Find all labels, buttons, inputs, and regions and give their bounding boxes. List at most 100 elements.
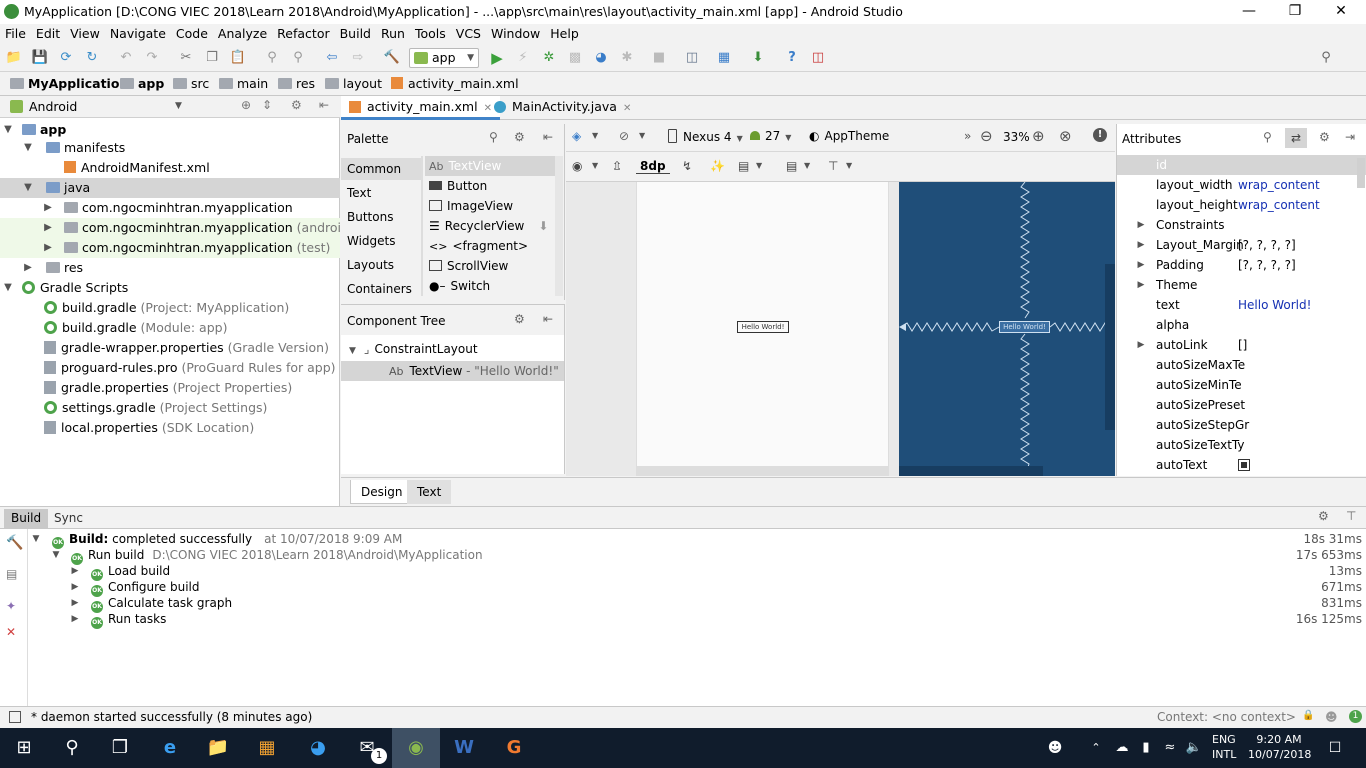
theme-select[interactable]: ◐ AppTheme bbox=[809, 129, 889, 143]
project-view-select[interactable]: Android ▼ bbox=[29, 99, 182, 114]
design-preview[interactable]: Hello World! bbox=[636, 182, 889, 466]
breadcrumb-project[interactable]: MyApplication bbox=[10, 76, 128, 91]
find-icon[interactable]: ⚲ bbox=[263, 49, 281, 67]
attributes-settings-icon[interactable]: ⚙ bbox=[1319, 130, 1330, 144]
locate-icon[interactable]: ⊕ bbox=[241, 98, 251, 112]
stop-icon[interactable]: ■ bbox=[650, 49, 668, 67]
blueprint-textview[interactable]: Hello World! bbox=[999, 321, 1050, 333]
cloud-icon[interactable]: ☁ bbox=[1110, 728, 1134, 768]
build-task-row[interactable]: ▶ OK Configure build 671ms bbox=[0, 579, 1366, 597]
tree-node-constraintlayout[interactable]: ▼ ⌟ ConstraintLayout bbox=[349, 342, 478, 356]
wifi-icon[interactable]: ≈ bbox=[1158, 728, 1182, 768]
preview-textview[interactable]: Hello World! bbox=[737, 321, 789, 333]
zoom-fit-icon[interactable]: ⊗ bbox=[1059, 127, 1072, 145]
app-icon[interactable]: ◕ bbox=[294, 728, 342, 768]
orientation-icon[interactable]: ⊘ bbox=[619, 129, 629, 143]
palette-category-common[interactable]: Common bbox=[347, 162, 401, 176]
tree-item-manifests[interactable]: ▼ manifests bbox=[0, 138, 340, 158]
attr-row-alpha[interactable]: alpha bbox=[1117, 315, 1366, 335]
menu-help[interactable]: Help bbox=[545, 24, 584, 44]
tree-item-package-androidtest[interactable]: ▶ com.ngocminhtran.myapplication (android… bbox=[0, 218, 378, 238]
breadcrumb-app[interactable]: app bbox=[120, 76, 164, 91]
palette-search-icon[interactable]: ⚲ bbox=[489, 130, 498, 144]
menu-navigate[interactable]: Navigate bbox=[105, 24, 171, 44]
tab-activity-main[interactable]: activity_main.xml ✕ bbox=[341, 96, 500, 120]
save-icon[interactable]: 💾 bbox=[31, 49, 49, 67]
menu-code[interactable]: Code bbox=[171, 24, 213, 44]
autotext-checkbox[interactable] bbox=[1238, 459, 1250, 471]
palette-item-switch[interactable]: ●– Switch bbox=[429, 279, 490, 293]
attributes-scrollbar[interactable] bbox=[1357, 158, 1365, 188]
palette-item-imageview[interactable]: ImageView bbox=[429, 199, 513, 213]
project-structure-icon[interactable]: ▦ bbox=[715, 49, 733, 67]
tab-main-activity[interactable]: MainActivity.java ✕ bbox=[486, 96, 639, 120]
palette-hide-icon[interactable]: ⇤ bbox=[543, 130, 553, 144]
tree-item-build-gradle-module[interactable]: build.gradle (Module: app) bbox=[0, 318, 340, 338]
make-project-icon[interactable]: 🔨 bbox=[383, 49, 401, 67]
menu-vcs[interactable]: VCS bbox=[451, 24, 486, 44]
minimize-button[interactable]: — bbox=[1226, 0, 1272, 24]
zoom-in-icon[interactable]: ⊕ bbox=[1032, 127, 1045, 145]
build-result-row[interactable]: ▼ OK Build: completed successfully at 10/0… bbox=[0, 531, 1366, 549]
palette-item-fragment[interactable]: <> <fragment> bbox=[429, 239, 528, 253]
tab-text[interactable]: Text bbox=[407, 480, 452, 504]
tree-item-local-properties[interactable]: local.properties (SDK Location) bbox=[0, 418, 340, 438]
back-icon[interactable]: ⇦ bbox=[323, 49, 341, 67]
menu-file[interactable]: File bbox=[0, 24, 31, 44]
toggle-view-icon[interactable]: ⇄ bbox=[1285, 128, 1307, 148]
attr-row-autosizetexttype[interactable]: autoSizeTextTy bbox=[1117, 435, 1351, 455]
palette-item-button[interactable]: Button bbox=[429, 179, 487, 193]
tab-sync[interactable]: Sync bbox=[48, 509, 89, 528]
close-build-icon[interactable]: ✕ bbox=[6, 625, 16, 639]
attach-debugger-icon[interactable]: ✱ bbox=[618, 49, 636, 67]
pack-icon[interactable]: ▤ bbox=[738, 159, 749, 173]
sync-icon[interactable]: ⟳ bbox=[57, 49, 75, 67]
mail-icon[interactable]: ✉ 1 bbox=[343, 728, 391, 768]
tree-item-gradle-properties[interactable]: gradle.properties (Project Properties) bbox=[0, 378, 340, 398]
tree-item-package[interactable]: ▶ com.ngocminhtran.myapplication bbox=[0, 198, 340, 218]
menu-view[interactable]: View bbox=[65, 24, 105, 44]
language-indicator[interactable]: ENG INTL bbox=[1212, 732, 1236, 762]
file-explorer-icon[interactable]: 📁 bbox=[194, 728, 242, 768]
tree-item-gradle-wrapper[interactable]: gradle-wrapper.properties (Gradle Versio… bbox=[0, 338, 340, 358]
breadcrumb-main[interactable]: main bbox=[219, 76, 268, 91]
menu-edit[interactable]: Edit bbox=[31, 24, 65, 44]
palette-settings-icon[interactable]: ⚙ bbox=[514, 130, 525, 144]
debug-icon[interactable]: ✲ bbox=[540, 49, 558, 67]
sync-gradle-icon[interactable]: ↻ bbox=[83, 49, 101, 67]
battery-icon[interactable]: ▮ bbox=[1134, 728, 1158, 768]
toggle-tool-windows-icon[interactable] bbox=[9, 711, 21, 723]
apply-changes-icon[interactable]: ⚡ bbox=[514, 49, 532, 67]
palette-category-layouts[interactable]: Layouts bbox=[347, 258, 394, 272]
attr-row-autosizemintextsize[interactable]: autoSizeMinTe bbox=[1117, 375, 1351, 395]
build-run-row[interactable]: ▼ OK Run build D:\CONG VIEC 2018\Learn 201… bbox=[0, 547, 1366, 565]
copy-icon[interactable]: ❐ bbox=[203, 49, 221, 67]
palette-category-containers[interactable]: Containers bbox=[347, 282, 412, 296]
tree-item-app[interactable]: ▼ app bbox=[0, 120, 340, 140]
avd-manager-icon[interactable]: ◫ bbox=[683, 49, 701, 67]
run-icon[interactable]: ▶ bbox=[488, 49, 506, 67]
attr-row-layout-height[interactable]: layout_height wrap_content bbox=[1117, 195, 1366, 215]
palette-category-buttons[interactable]: Buttons bbox=[347, 210, 393, 224]
infer-constraints-icon[interactable]: ✨ bbox=[710, 159, 725, 173]
attr-row-layout-margin[interactable]: ▶ Layout_Margin [?, ?, ?, ?] bbox=[1117, 235, 1366, 255]
component-tree-settings-icon[interactable]: ⚙ bbox=[514, 312, 525, 326]
build-task-row[interactable]: ▶ OK Load build 13ms bbox=[0, 563, 1366, 581]
default-margin-field[interactable]: 8dp bbox=[636, 159, 670, 174]
palette-item-recyclerview[interactable]: ☰ RecyclerView ⬇ bbox=[429, 219, 548, 233]
tree-item-build-gradle-project[interactable]: build.gradle (Project: MyApplication) bbox=[0, 298, 340, 318]
lock-icon[interactable]: 🔒 bbox=[1302, 710, 1314, 721]
device-monitor-icon[interactable]: ◫ bbox=[809, 49, 827, 67]
clear-constraints-icon[interactable]: ↯ bbox=[682, 159, 692, 173]
hide-panel-icon[interactable]: ⇤ bbox=[319, 98, 329, 112]
menu-run[interactable]: Run bbox=[376, 24, 410, 44]
attributes-search-icon[interactable]: ⚲ bbox=[1263, 130, 1272, 144]
notifications-icon[interactable]: ☐ bbox=[1318, 728, 1352, 768]
tree-item-settings-gradle[interactable]: settings.gradle (Project Settings) bbox=[0, 398, 340, 418]
preview-scrollbar[interactable] bbox=[636, 466, 889, 476]
close-window-button[interactable]: ✕ bbox=[1318, 0, 1364, 24]
inspector-icon[interactable]: ☻ bbox=[1325, 710, 1338, 724]
build-hide-icon[interactable]: ⊤ bbox=[1346, 509, 1356, 523]
build-task-row[interactable]: ▶ OK Calculate task graph 831ms bbox=[0, 595, 1366, 613]
tray-chevron-up-icon[interactable]: ⌃ bbox=[1086, 728, 1106, 768]
